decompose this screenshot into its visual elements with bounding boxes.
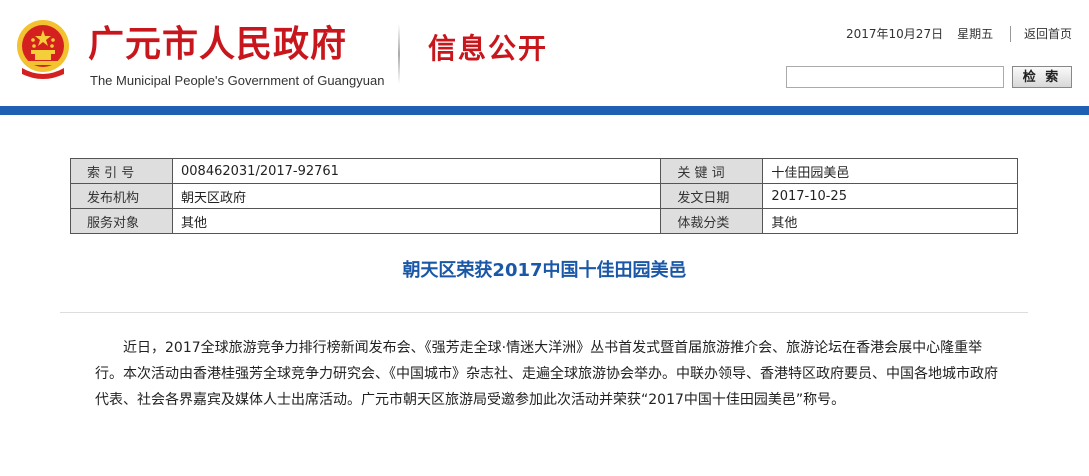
genre-label: 体裁分类 — [660, 208, 764, 234]
table-row: 发布机构 朝天区政府 发文日期 2017-10-25 — [70, 183, 1018, 209]
table-row: 索 引 号 008462031/2017-92761 关 键 词 十佳田园美邑 — [70, 158, 1018, 184]
audience-value: 其他 — [171, 208, 662, 234]
search-input[interactable] — [786, 66, 1004, 88]
header-separator — [1010, 26, 1011, 42]
current-date: 2017年10月27日 星期五 — [846, 26, 1007, 42]
date-text: 2017年10月27日 — [846, 27, 944, 41]
article-body: 近日，2017全球旅游竞争力排行榜新闻发布会、《强芳走全球·情迷大洋洲》丛书首发… — [95, 340, 998, 408]
home-link[interactable]: 返回首页 — [1024, 26, 1072, 42]
title-divider — [60, 312, 1028, 313]
search-button[interactable]: 检 索 — [1012, 66, 1072, 88]
header-band — [0, 106, 1089, 115]
site-title-english: The Municipal People's Government of Gua… — [90, 73, 385, 88]
keywords-label: 关 键 词 — [660, 158, 764, 184]
header-divider — [398, 24, 400, 84]
site-title: 广元市人民政府 — [88, 23, 348, 65]
keywords-value: 十佳田园美邑 — [762, 158, 1018, 184]
weekday-text: 星期五 — [957, 27, 994, 41]
site-header: 广元市人民政府 The Municipal People's Governmen… — [0, 0, 1089, 106]
genre-value: 其他 — [762, 208, 1018, 234]
metadata-table: 索 引 号 008462031/2017-92761 关 键 词 十佳田园美邑 … — [70, 158, 1018, 234]
audience-label: 服务对象 — [70, 208, 173, 234]
publisher-value: 朝天区政府 — [171, 183, 662, 209]
index-number-value: 008462031/2017-92761 — [171, 158, 662, 184]
publish-date-value: 2017-10-25 — [762, 183, 1018, 209]
publish-date-label: 发文日期 — [660, 183, 764, 209]
table-row: 服务对象 其他 体裁分类 其他 — [70, 208, 1018, 234]
publisher-label: 发布机构 — [70, 183, 173, 209]
index-number-label: 索 引 号 — [70, 158, 173, 184]
article-title: 朝天区荣获2017中国十佳田园美邑 — [402, 260, 687, 281]
national-emblem-icon — [17, 20, 69, 79]
section-title: 信息公开 — [428, 32, 549, 65]
